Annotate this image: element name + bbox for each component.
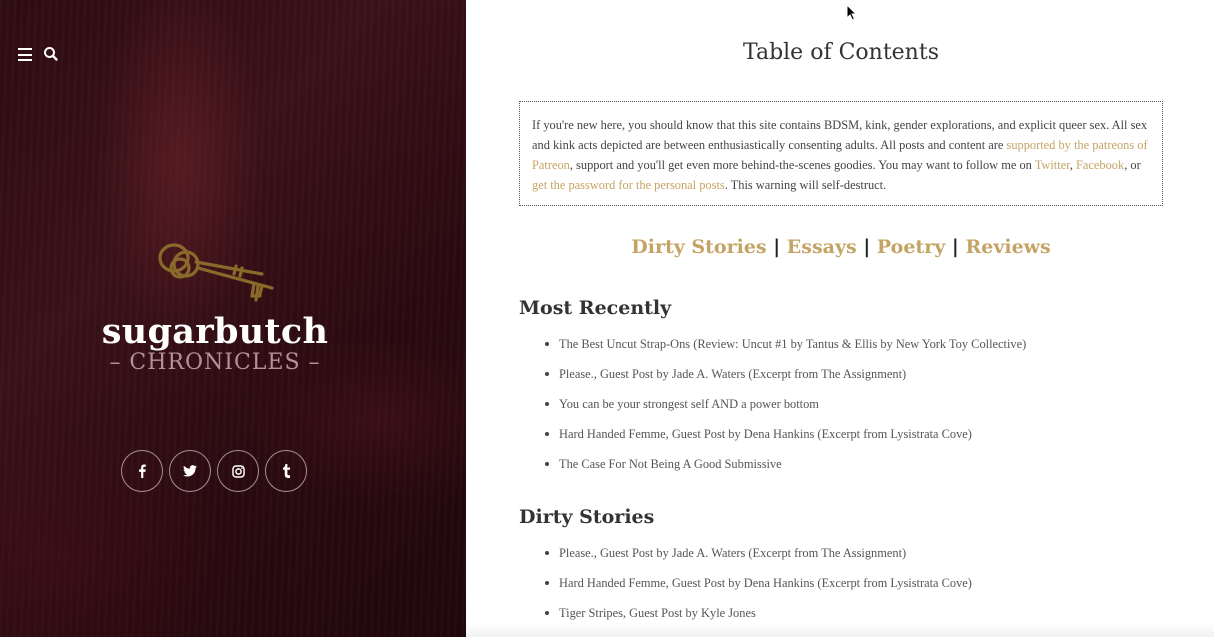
mouse-cursor-icon [846,4,857,21]
notice-text: . This warning will self-destruct. [724,178,887,192]
page-title: Table of Contents [742,40,939,65]
password-link[interactable]: get the password for the personal posts [532,178,725,192]
bottom-fade [466,623,1214,637]
facebook-icon[interactable] [121,450,163,492]
instagram-icon[interactable] [217,450,259,492]
content-warning-notice: If you're new here, you should know that… [519,101,1163,206]
list-item: Please., Guest Post by Jade A. Waters (E… [545,366,1026,396]
list-item: Hard Handed Femme, Guest Post by Dena Ha… [545,426,1026,456]
category-separator: | [773,236,781,258]
section-heading-dirty-stories: Dirty Stories [519,506,655,528]
post-list-dirty-stories: Please., Guest Post by Jade A. Waters (E… [545,545,972,635]
notice-text: , support and you'll get even more behin… [569,158,1035,172]
facebook-link[interactable]: Facebook [1076,158,1124,172]
post-link[interactable]: You can be your strongest self AND a pow… [559,397,819,411]
category-link-reviews[interactable]: Reviews [965,236,1050,258]
category-link-poetry[interactable]: Poetry [877,236,945,258]
list-item: Hard Handed Femme, Guest Post by Dena Ha… [545,575,972,605]
post-link[interactable]: Please., Guest Post by Jade A. Waters (E… [559,546,906,560]
post-link[interactable]: Hard Handed Femme, Guest Post by Dena Ha… [559,576,972,590]
sidebar: sugarbutch – CHRONICLES – [0,0,466,637]
search-icon[interactable] [43,46,59,62]
tumblr-icon[interactable] [265,450,307,492]
site-logo[interactable]: sugarbutch – CHRONICLES – [0,238,430,376]
list-item: The Best Uncut Strap-Ons (Review: Uncut … [545,336,1026,366]
twitter-link[interactable]: Twitter [1035,158,1070,172]
post-link[interactable]: Tiger Stripes, Guest Post by Kyle Jones [559,606,756,620]
brand-subtitle: – CHRONICLES – [109,350,321,375]
category-link-dirty-stories[interactable]: Dirty Stories [631,236,766,258]
post-list-most-recently: The Best Uncut Strap-Ons (Review: Uncut … [545,336,1026,486]
category-link-essays[interactable]: Essays [787,236,857,258]
category-separator: | [863,236,871,258]
list-item: The Case For Not Being A Good Submissive [545,456,1026,486]
list-item: Please., Guest Post by Jade A. Waters (E… [545,545,972,575]
skeleton-keys-icon [158,243,274,302]
social-links [121,450,307,492]
hamburger-menu-icon[interactable] [18,48,32,61]
notice-text: , or [1124,158,1141,172]
category-nav: Dirty Stories | Essays | Poetry | Review… [466,236,1214,258]
category-separator: | [951,236,959,258]
list-item: You can be your strongest self AND a pow… [545,396,1026,426]
section-heading-most-recently: Most Recently [519,297,672,319]
main-content: Table of Contents If you're new here, yo… [466,0,1214,637]
twitter-icon[interactable] [169,450,211,492]
post-link[interactable]: The Best Uncut Strap-Ons (Review: Uncut … [559,337,1026,351]
post-link[interactable]: Please., Guest Post by Jade A. Waters (E… [559,367,906,381]
brand-title: sugarbutch [101,311,329,352]
post-link[interactable]: Hard Handed Femme, Guest Post by Dena Ha… [559,427,972,441]
post-link[interactable]: The Case For Not Being A Good Submissive [559,457,782,471]
